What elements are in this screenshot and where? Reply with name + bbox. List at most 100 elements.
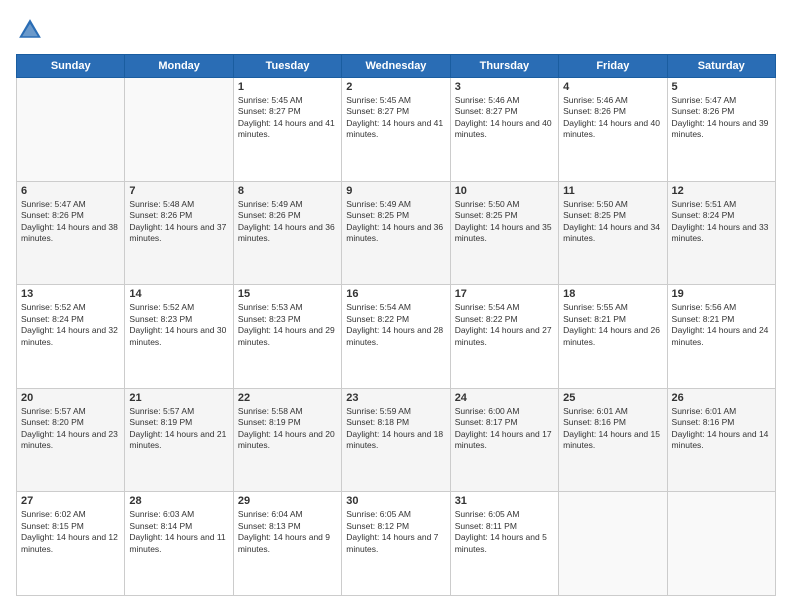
calendar-cell: 23 Sunrise: 5:59 AMSunset: 8:18 PMDayligh… (342, 388, 450, 492)
day-number: 15 (238, 288, 337, 300)
cell-info: Sunrise: 5:49 AMSunset: 8:26 PMDaylight:… (238, 199, 337, 245)
cell-info: Sunrise: 6:05 AMSunset: 8:12 PMDaylight:… (346, 509, 445, 555)
day-number: 21 (129, 392, 228, 404)
cell-info: Sunrise: 5:50 AMSunset: 8:25 PMDaylight:… (563, 199, 662, 245)
cell-info: Sunrise: 5:46 AMSunset: 8:26 PMDaylight:… (563, 95, 662, 141)
calendar-cell: 6Sunrise: 5:47 AMSunset: 8:26 PMDaylight… (17, 181, 125, 285)
day-number: 8 (238, 185, 337, 197)
cell-info: Sunrise: 5:54 AMSunset: 8:22 PMDaylight:… (455, 302, 554, 348)
cell-info: Sunrise: 5:48 AMSunset: 8:26 PMDaylight:… (129, 199, 228, 245)
day-header-thursday: Thursday (450, 55, 558, 78)
day-number: 22 (238, 392, 337, 404)
calendar-header-row: SundayMondayTuesdayWednesdayThursdayFrid… (17, 55, 776, 78)
calendar-cell: 4 Sunrise: 5:46 AMSunset: 8:26 PMDaylight… (559, 78, 667, 182)
logo (16, 16, 48, 44)
logo-icon (16, 16, 44, 44)
calendar-cell: 26 Sunrise: 6:01 AMSunset: 8:16 PMDayligh… (667, 388, 775, 492)
calendar-cell: 21Sunrise: 5:57 AMSunset: 8:19 PMDayligh… (125, 388, 233, 492)
calendar-week-5: 27 Sunrise: 6:02 AMSunset: 8:15 PMDayligh… (17, 492, 776, 596)
day-number: 27 (21, 495, 120, 507)
cell-info: Sunrise: 5:45 AMSunset: 8:27 PMDaylight:… (238, 95, 337, 141)
calendar-cell: 5 Sunrise: 5:47 AMSunset: 8:26 PMDaylight… (667, 78, 775, 182)
cell-info: Sunrise: 5:45 AMSunset: 8:27 PMDaylight:… (346, 95, 445, 141)
cell-info: Sunrise: 5:59 AMSunset: 8:18 PMDaylight:… (346, 406, 445, 452)
day-number: 3 (455, 81, 554, 93)
cell-info: Sunrise: 5:46 AMSunset: 8:27 PMDaylight:… (455, 95, 554, 141)
cell-info: Sunrise: 5:49 AMSunset: 8:25 PMDaylight:… (346, 199, 445, 245)
day-number: 12 (672, 185, 771, 197)
calendar-cell: 7 Sunrise: 5:48 AMSunset: 8:26 PMDaylight… (125, 181, 233, 285)
cell-info: Sunrise: 6:03 AMSunset: 8:14 PMDaylight:… (129, 509, 228, 555)
cell-info: Sunrise: 5:52 AMSunset: 8:24 PMDaylight:… (21, 302, 120, 348)
calendar-week-4: 20 Sunrise: 5:57 AMSunset: 8:20 PMDayligh… (17, 388, 776, 492)
calendar-cell (667, 492, 775, 596)
calendar-cell: 14 Sunrise: 5:52 AMSunset: 8:23 PMDayligh… (125, 285, 233, 389)
calendar-cell: 25 Sunrise: 6:01 AMSunset: 8:16 PMDayligh… (559, 388, 667, 492)
calendar-cell: 10Sunrise: 5:50 AMSunset: 8:25 PMDayligh… (450, 181, 558, 285)
day-number: 20 (21, 392, 120, 404)
calendar-cell (17, 78, 125, 182)
day-number: 9 (346, 185, 445, 197)
calendar-cell: 1 Sunrise: 5:45 AMSunset: 8:27 PMDaylight… (233, 78, 341, 182)
calendar-cell: 17Sunrise: 5:54 AMSunset: 8:22 PMDayligh… (450, 285, 558, 389)
cell-info: Sunrise: 6:00 AMSunset: 8:17 PMDaylight:… (455, 406, 554, 452)
calendar-cell: 11 Sunrise: 5:50 AMSunset: 8:25 PMDayligh… (559, 181, 667, 285)
calendar-cell: 19Sunrise: 5:56 AMSunset: 8:21 PMDayligh… (667, 285, 775, 389)
day-number: 4 (563, 81, 662, 93)
day-number: 7 (129, 185, 228, 197)
page: SundayMondayTuesdayWednesdayThursdayFrid… (0, 0, 792, 612)
day-number: 29 (238, 495, 337, 507)
calendar-cell (125, 78, 233, 182)
day-number: 25 (563, 392, 662, 404)
calendar-cell: 18Sunrise: 5:55 AMSunset: 8:21 PMDayligh… (559, 285, 667, 389)
calendar-cell: 28 Sunrise: 6:03 AMSunset: 8:14 PMDayligh… (125, 492, 233, 596)
calendar-cell: 15 Sunrise: 5:53 AMSunset: 8:23 PMDayligh… (233, 285, 341, 389)
calendar-cell: 13Sunrise: 5:52 AMSunset: 8:24 PMDayligh… (17, 285, 125, 389)
cell-info: Sunrise: 5:52 AMSunset: 8:23 PMDaylight:… (129, 302, 228, 348)
day-number: 24 (455, 392, 554, 404)
day-number: 10 (455, 185, 554, 197)
cell-info: Sunrise: 6:01 AMSunset: 8:16 PMDaylight:… (672, 406, 771, 452)
cell-info: Sunrise: 5:54 AMSunset: 8:22 PMDaylight:… (346, 302, 445, 348)
day-number: 1 (238, 81, 337, 93)
calendar-table: SundayMondayTuesdayWednesdayThursdayFrid… (16, 54, 776, 596)
day-header-friday: Friday (559, 55, 667, 78)
day-number: 26 (672, 392, 771, 404)
calendar-week-3: 13Sunrise: 5:52 AMSunset: 8:24 PMDayligh… (17, 285, 776, 389)
day-header-tuesday: Tuesday (233, 55, 341, 78)
cell-info: Sunrise: 5:51 AMSunset: 8:24 PMDaylight:… (672, 199, 771, 245)
calendar-cell: 2 Sunrise: 5:45 AMSunset: 8:27 PMDaylight… (342, 78, 450, 182)
day-number: 19 (672, 288, 771, 300)
calendar-cell: 22 Sunrise: 5:58 AMSunset: 8:19 PMDayligh… (233, 388, 341, 492)
day-header-wednesday: Wednesday (342, 55, 450, 78)
day-number: 16 (346, 288, 445, 300)
cell-info: Sunrise: 5:47 AMSunset: 8:26 PMDaylight:… (21, 199, 120, 245)
day-number: 28 (129, 495, 228, 507)
cell-info: Sunrise: 5:47 AMSunset: 8:26 PMDaylight:… (672, 95, 771, 141)
calendar-cell: 29 Sunrise: 6:04 AMSunset: 8:13 PMDayligh… (233, 492, 341, 596)
cell-info: Sunrise: 5:58 AMSunset: 8:19 PMDaylight:… (238, 406, 337, 452)
calendar-cell: 16 Sunrise: 5:54 AMSunset: 8:22 PMDayligh… (342, 285, 450, 389)
calendar-cell (559, 492, 667, 596)
day-number: 11 (563, 185, 662, 197)
cell-info: Sunrise: 5:57 AMSunset: 8:20 PMDaylight:… (21, 406, 120, 452)
calendar-week-2: 6Sunrise: 5:47 AMSunset: 8:26 PMDaylight… (17, 181, 776, 285)
day-number: 23 (346, 392, 445, 404)
cell-info: Sunrise: 5:53 AMSunset: 8:23 PMDaylight:… (238, 302, 337, 348)
header (16, 16, 776, 44)
cell-info: Sunrise: 6:01 AMSunset: 8:16 PMDaylight:… (563, 406, 662, 452)
calendar-cell: 3 Sunrise: 5:46 AMSunset: 8:27 PMDaylight… (450, 78, 558, 182)
calendar-cell: 9 Sunrise: 5:49 AMSunset: 8:25 PMDaylight… (342, 181, 450, 285)
day-number: 5 (672, 81, 771, 93)
cell-info: Sunrise: 6:02 AMSunset: 8:15 PMDaylight:… (21, 509, 120, 555)
cell-info: Sunrise: 6:04 AMSunset: 8:13 PMDaylight:… (238, 509, 337, 555)
day-number: 2 (346, 81, 445, 93)
day-number: 14 (129, 288, 228, 300)
day-header-sunday: Sunday (17, 55, 125, 78)
calendar-cell: 27 Sunrise: 6:02 AMSunset: 8:15 PMDayligh… (17, 492, 125, 596)
day-header-saturday: Saturday (667, 55, 775, 78)
day-header-monday: Monday (125, 55, 233, 78)
cell-info: Sunrise: 5:55 AMSunset: 8:21 PMDaylight:… (563, 302, 662, 348)
cell-info: Sunrise: 6:05 AMSunset: 8:11 PMDaylight:… (455, 509, 554, 555)
calendar-cell: 8 Sunrise: 5:49 AMSunset: 8:26 PMDaylight… (233, 181, 341, 285)
